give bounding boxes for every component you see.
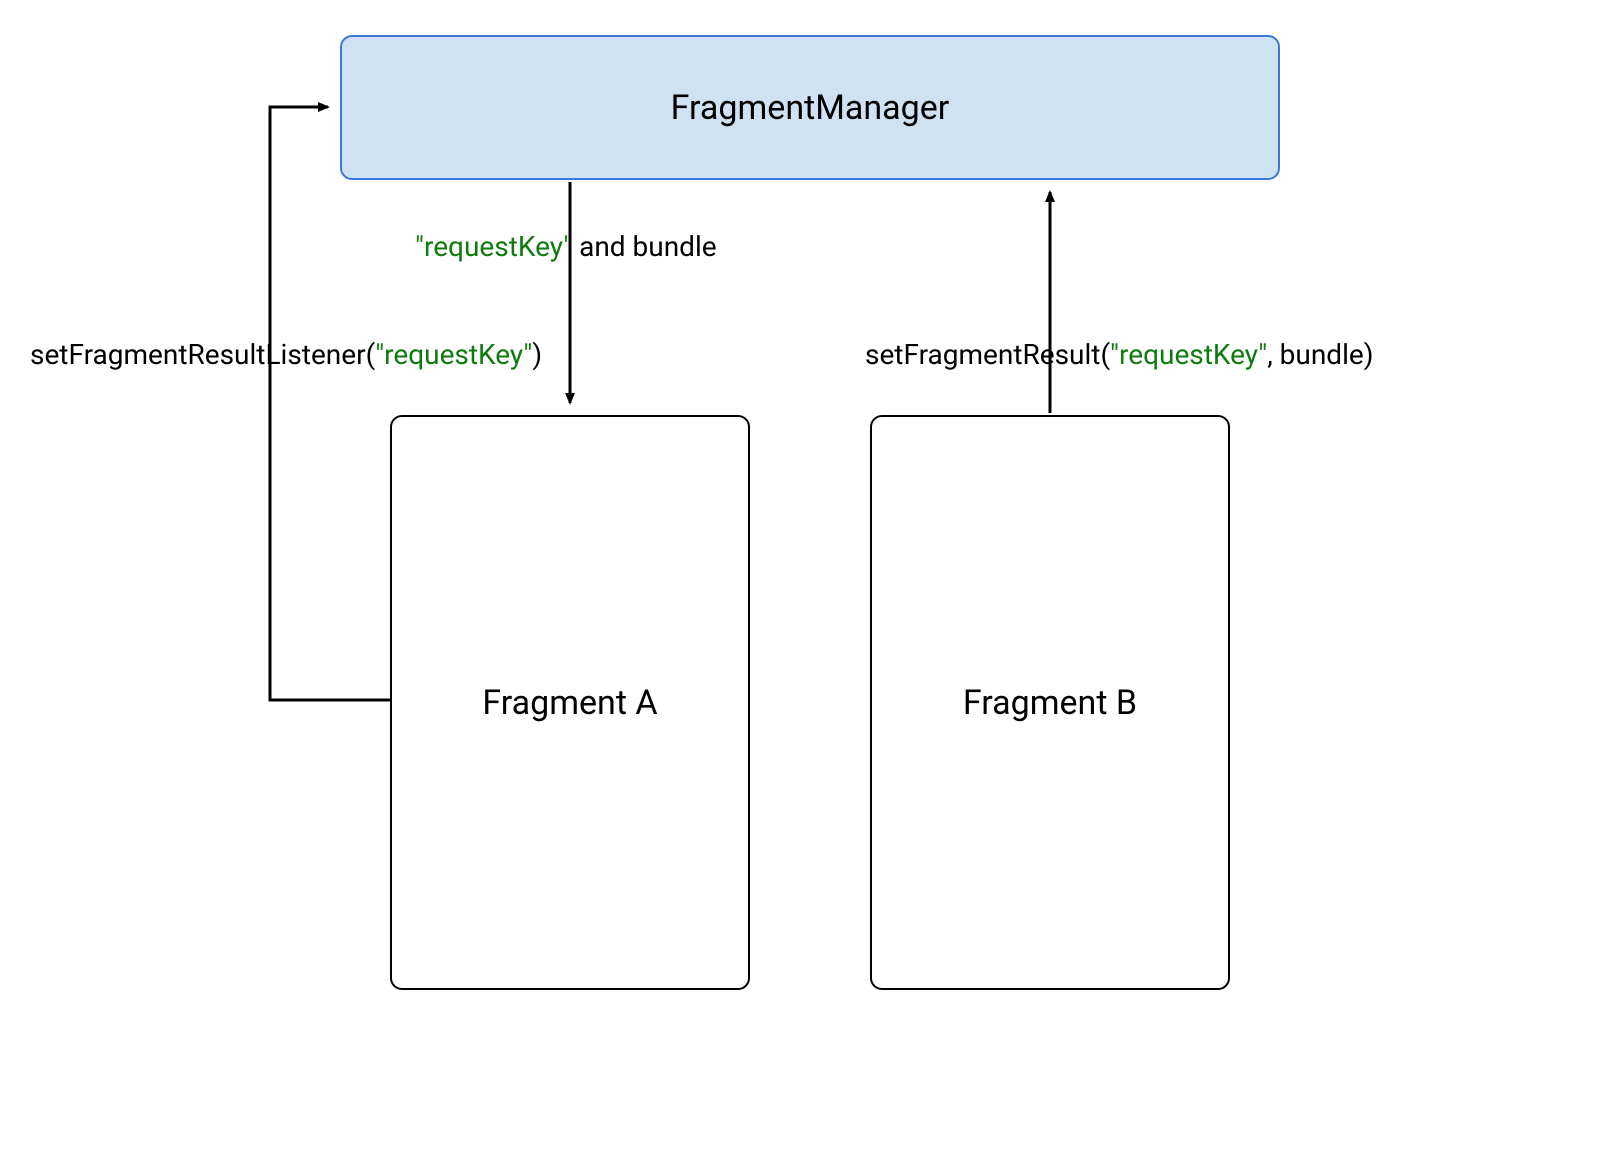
bundle-annotation: "requestKey" and bundle [415,230,717,263]
fragment-b-label: Fragment B [963,683,1137,723]
setresult-annotation: setFragmentResult("requestKey", bundle) [865,338,1374,371]
setresult-literal: "requestKey" [1110,338,1267,371]
fragment-manager-label: FragmentManager [671,88,950,128]
listener-prefix: setFragmentResultListener( [30,338,375,371]
bundle-literal: "requestKey" [415,230,572,263]
fragment-a-label: Fragment A [482,683,657,723]
fragment-a-box: Fragment A [390,415,750,990]
setresult-suffix: , bundle) [1267,338,1373,371]
listener-annotation: setFragmentResultListener("requestKey") [30,338,542,371]
fragment-manager-box: FragmentManager [340,35,1280,180]
listener-suffix: ) [532,338,542,371]
arrow-listener [270,107,390,700]
setresult-prefix: setFragmentResult( [865,338,1110,371]
listener-literal: "requestKey" [375,338,532,371]
bundle-suffix: and bundle [572,230,716,263]
fragment-b-box: Fragment B [870,415,1230,990]
